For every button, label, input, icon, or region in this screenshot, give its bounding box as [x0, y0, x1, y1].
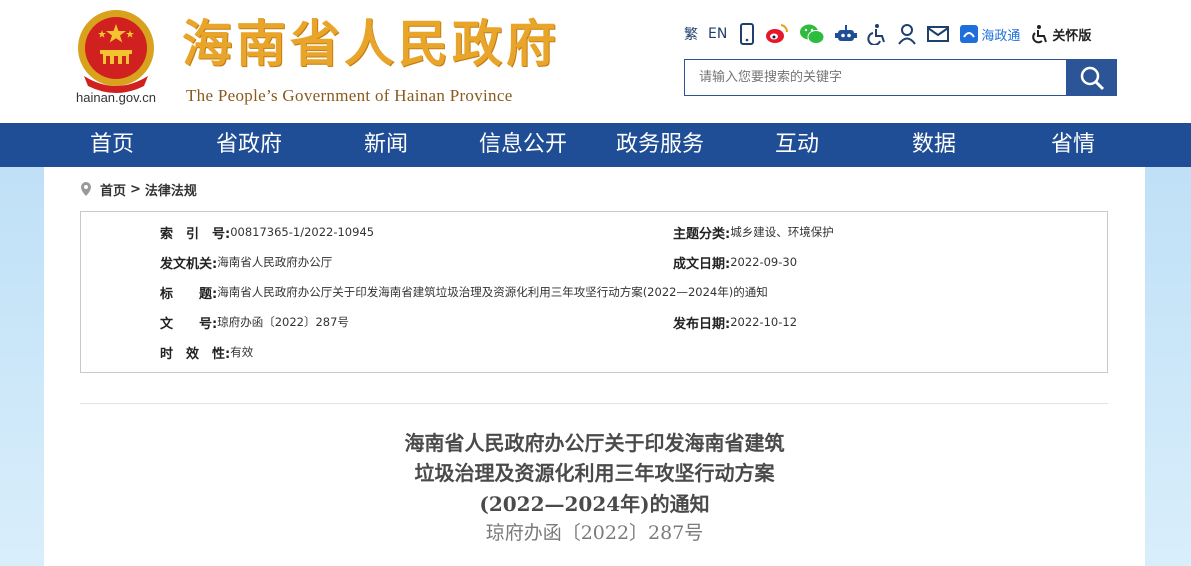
traditional-chinese-link[interactable]: 繁	[684, 20, 698, 48]
nav-item-news[interactable]: 新闻	[336, 123, 436, 167]
nav-item-home[interactable]: 首页	[62, 123, 162, 167]
user-icon[interactable]	[897, 20, 917, 48]
header-toolbar: 繁 EN 海政通 关怀版	[684, 20, 1101, 48]
haizhengtong-label: 海政通	[981, 28, 1021, 44]
meta-issuer-row: 发文机关: 海南省人民政府办公厅	[160, 253, 333, 272]
meta-published-value: 2022-10-12	[730, 315, 798, 329]
nav-item-province-government[interactable]: 省政府	[199, 123, 299, 167]
nav-item-province-overview[interactable]: 省情	[1023, 123, 1123, 167]
document-title-line-1: 海南省人民政府办公厅关于印发海南省建筑	[404, 431, 785, 455]
meta-created-label: 成文日期:	[673, 256, 731, 272]
site-domain: hainan.gov.cn	[76, 90, 156, 105]
meta-index-value: 00817365-1/2022-10945	[230, 225, 375, 239]
haizhengtong-link[interactable]: 海政通	[959, 20, 1020, 48]
document-title-line-3: (2022—2024年)的通知	[479, 492, 710, 516]
haizhengtong-icon	[960, 25, 979, 43]
nav-item-data[interactable]: 数据	[884, 123, 984, 167]
breadcrumb-home-link[interactable]: 首页	[100, 180, 126, 199]
nav-item-interaction[interactable]: 互动	[747, 123, 847, 167]
site-header: hainan.gov.cn 海南省人民政府 The People’s Gover…	[0, 0, 1191, 123]
location-pin-icon	[81, 182, 91, 196]
meta-docno-row: 文 号: 琼府办函〔2022〕287号	[160, 313, 349, 332]
meta-validity-value: 有效	[230, 345, 254, 359]
document-title-line-2: 垃圾治理及资源化利用三年攻坚行动方案	[414, 461, 775, 485]
breadcrumb: 首页 > 法律法规	[80, 180, 197, 199]
meta-category-label: 主题分类:	[673, 226, 731, 242]
meta-validity-label: 时 效 性:	[160, 346, 231, 362]
meta-issuer-label: 发文机关:	[160, 256, 218, 272]
site-title[interactable]: 海南省人民政府	[182, 14, 560, 74]
robot-icon[interactable]	[835, 20, 858, 48]
meta-title-label: 标 题:	[160, 286, 218, 302]
document-number: 琼府办函〔2022〕287号	[485, 522, 704, 544]
meta-index-row: 索 引 号: 00817365-1/2022-10945	[160, 223, 375, 242]
right-background	[1145, 167, 1191, 566]
meta-docno-value: 琼府办函〔2022〕287号	[217, 315, 349, 329]
weibo-icon[interactable]	[765, 20, 789, 48]
meta-issuer-value: 海南省人民政府办公厅	[217, 255, 333, 269]
meta-category-value: 城乡建设、环境保护	[730, 225, 834, 239]
care-mode-label: 关怀版	[1052, 28, 1092, 44]
main-nav: 首页 省政府 新闻 信息公开 政务服务 互动 数据 省情	[0, 123, 1191, 167]
mail-icon[interactable]	[927, 20, 950, 48]
meta-title-value: 海南省人民政府办公厅关于印发海南省建筑垃圾治理及资源化利用三年攻坚行动方案(20…	[217, 285, 768, 299]
nav-item-government-services[interactable]: 政务服务	[605, 123, 715, 167]
wechat-icon[interactable]	[799, 20, 825, 48]
search-icon	[1080, 66, 1104, 90]
meta-category-row: 主题分类: 城乡建设、环境保护	[673, 223, 834, 242]
search-button[interactable]	[1066, 59, 1117, 96]
left-background	[0, 167, 44, 566]
meta-validity-row: 时 效 性: 有效	[160, 343, 254, 362]
mobile-icon[interactable]	[739, 20, 755, 48]
accessibility-icon[interactable]	[867, 20, 887, 48]
content-divider	[80, 403, 1108, 404]
search-input[interactable]	[684, 59, 1067, 96]
national-emblem-icon[interactable]	[70, 6, 162, 94]
care-mode-icon	[1032, 25, 1048, 44]
meta-published-label: 发布日期:	[673, 316, 731, 332]
breadcrumb-current-link[interactable]: 法律法规	[145, 180, 197, 199]
site-subtitle: The People’s Government of Hainan Provin…	[186, 86, 513, 105]
nav-item-information-disclosure[interactable]: 信息公开	[468, 123, 578, 167]
meta-published-row: 发布日期: 2022-10-12	[673, 313, 798, 332]
meta-docno-label: 文 号:	[160, 316, 218, 332]
breadcrumb-separator: >	[130, 181, 141, 197]
meta-title-row: 标 题: 海南省人民政府办公厅关于印发海南省建筑垃圾治理及资源化利用三年攻坚行动…	[160, 283, 768, 302]
meta-created-row: 成文日期: 2022-09-30	[673, 253, 798, 272]
english-link[interactable]: EN	[708, 20, 727, 48]
care-mode-link[interactable]: 关怀版	[1030, 20, 1091, 48]
meta-created-value: 2022-09-30	[730, 255, 798, 269]
meta-index-label: 索 引 号:	[160, 226, 231, 242]
